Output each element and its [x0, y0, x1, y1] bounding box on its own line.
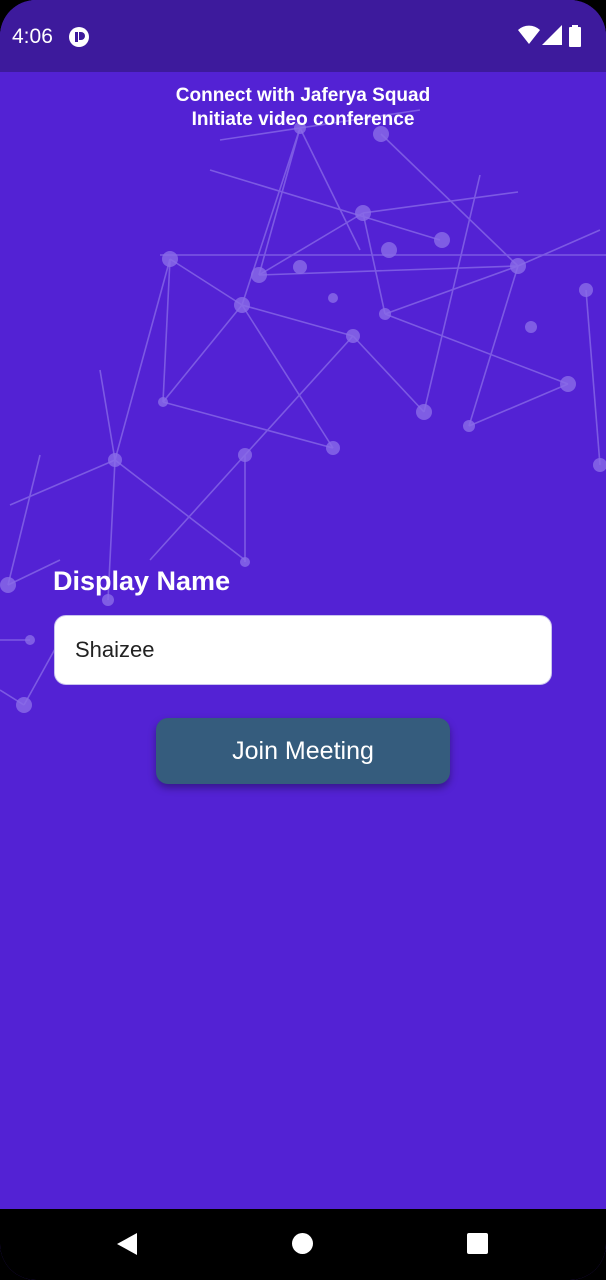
wifi-icon	[518, 25, 540, 44]
signal-icon	[542, 25, 562, 45]
recents-icon[interactable]	[467, 1233, 488, 1254]
header-subtitle: Initiate video conference	[191, 109, 415, 130]
app-screen: 4:06 Connect with Jaferya Squad Initiate…	[0, 0, 606, 1280]
status-bar: 4:06	[0, 0, 606, 72]
join-meeting-button[interactable]: Join Meeting	[156, 718, 450, 784]
display-name-label: Display Name	[53, 566, 231, 596]
app-notification-icon	[69, 27, 89, 47]
home-icon[interactable]	[292, 1233, 313, 1254]
navigation-bar	[0, 1209, 606, 1280]
battery-icon	[569, 25, 581, 47]
display-name-input[interactable]	[54, 615, 552, 685]
back-icon[interactable]	[116, 1232, 138, 1256]
header-title: Connect with Jaferya Squad	[175, 85, 431, 106]
status-time: 4:06	[12, 25, 53, 48]
header: Connect with Jaferya Squad Initiate vide…	[0, 84, 606, 132]
